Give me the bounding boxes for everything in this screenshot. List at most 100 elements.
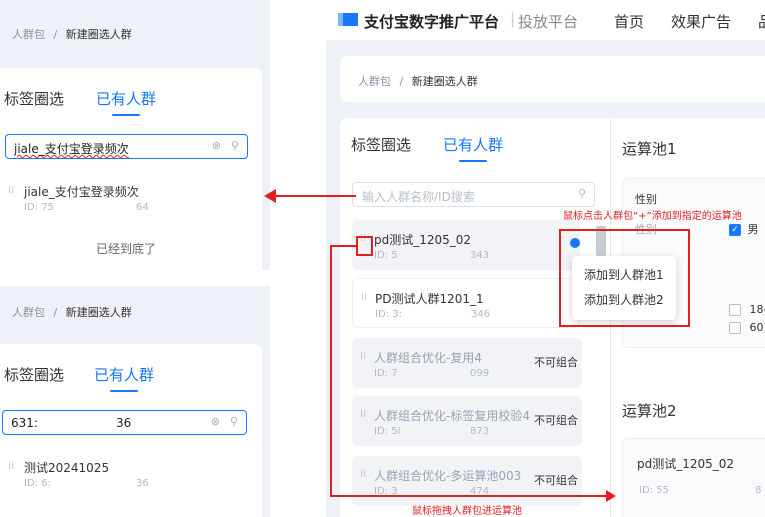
left-top-panel: 人群包 / 新建圈选人群 标签圈选 已有人群 jiale_支付宝登录频次 ⊗ ⚲…: [0, 0, 270, 270]
breadcrumb-separator: /: [53, 28, 58, 41]
search-input[interactable]: 输入人群名称/ID搜索 ⚲: [352, 182, 595, 207]
annotation-drag-handle-box: [356, 236, 373, 256]
not-combinable-badge: 不可组合: [534, 414, 578, 427]
nav-more[interactable]: 品: [758, 11, 765, 32]
annotation-click-hint: 鼠标点击人群包“+”添加到指定的运算池: [563, 211, 742, 222]
drag-handle-icon[interactable]: ⁞⁞: [361, 293, 367, 303]
checkbox-icon[interactable]: [729, 304, 741, 316]
search-input-value: jiale_支付宝登录频次: [14, 142, 129, 156]
tab-tag-selection[interactable]: 标签圈选: [351, 134, 411, 155]
audience-selector-card: 标签圈选 已有人群 631: 36 ⊗ ⚲ ⁞⁞ 测试20241025 ID: …: [0, 344, 262, 517]
left-bottom-panel: 人群包 / 新建圈选人群 标签圈选 已有人群 631: 36 ⊗ ⚲ ⁞⁞ 测试…: [0, 286, 270, 517]
item-name: pd测试_1205_02: [374, 233, 472, 247]
age-option-1[interactable]: 18-: [729, 303, 765, 316]
tab-existing-audience[interactable]: 已有人群: [94, 364, 154, 392]
annotation-popup-box: [559, 229, 690, 327]
drag-handle-icon[interactable]: ⁞⁞: [8, 462, 14, 472]
search-input[interactable]: jiale_支付宝登录频次 ⊗ ⚲: [5, 134, 248, 159]
item-id: ID: 7: [374, 368, 398, 379]
list-item[interactable]: ⁞⁞ 人群组合优化-复用4 ID: 7 099 不可组合: [352, 338, 582, 388]
item-id: ID: 5: [374, 250, 398, 261]
pool1-title: 运算池1: [622, 140, 677, 158]
top-header: 支付宝数字推广平台 | 投放平台 首页 效果广告 品: [326, 0, 765, 40]
item-name: PD测试人群1201_1: [375, 292, 484, 306]
drag-handle-icon[interactable]: ⁞⁞: [360, 470, 366, 480]
breadcrumb-root[interactable]: 人群包: [12, 28, 45, 41]
annotation-arrow-line: [276, 195, 356, 197]
breadcrumb: 人群包 / 新建圈选人群: [12, 26, 132, 42]
header-divider: |: [510, 10, 516, 28]
clear-icon[interactable]: ⊗: [211, 415, 220, 428]
item-name: 测试20241025: [24, 461, 110, 475]
breadcrumb: 人群包 / 新建圈选人群: [358, 73, 478, 89]
pool2-title: 运算池2: [622, 402, 677, 420]
search-icon[interactable]: ⚲: [578, 187, 586, 200]
not-combinable-badge: 不可组合: [534, 474, 578, 487]
item-id: ID: 6:: [24, 478, 51, 489]
item-name: 人群组合优化-复用4: [374, 351, 482, 365]
pool2-item-id-tail: 8: [755, 485, 762, 496]
item-id-tail: 64: [136, 202, 149, 213]
item-id-tail: 099: [470, 368, 490, 379]
tab-existing-audience[interactable]: 已有人群: [443, 134, 503, 162]
item-name: 人群组合优化-多运算池003: [374, 469, 522, 483]
item-id-tail: 346: [471, 309, 491, 320]
item-name: jiale_支付宝登录频次: [24, 185, 139, 199]
not-combinable-badge: 不可组合: [534, 356, 578, 369]
end-of-list-text: 已经到底了: [96, 242, 157, 256]
male-label: 男: [747, 223, 759, 236]
item-id: ID: 75: [24, 202, 54, 213]
clear-icon[interactable]: ⊗: [212, 139, 221, 152]
breadcrumb-separator: /: [399, 75, 404, 88]
pool2-item-name: pd测试_1205_02: [637, 457, 735, 471]
breadcrumb-current: 新建圈选人群: [65, 28, 132, 41]
nav-home[interactable]: 首页: [614, 11, 644, 32]
tab-tag-selection[interactable]: 标签圈选: [4, 364, 64, 385]
breadcrumb-bar: 人群包 / 新建圈选人群: [340, 56, 765, 102]
nav-performance-ads[interactable]: 效果广告: [671, 11, 731, 32]
logo-icon: [338, 13, 358, 26]
search-placeholder: 输入人群名称/ID搜索: [362, 190, 475, 204]
tab-existing-audience[interactable]: 已有人群: [96, 88, 156, 116]
male-option[interactable]: ✓ 男: [729, 221, 759, 237]
list-item[interactable]: ⁞⁞ 人群组合优化-标签复用校验4 ID: 5I 873 不可组合: [352, 396, 582, 446]
pool2-item-id: ID: 55: [639, 485, 669, 496]
annotation-drag-line-bottom: [330, 495, 608, 497]
search-icon[interactable]: ⚲: [230, 415, 238, 428]
main-app: 支付宝数字推广平台 | 投放平台 首页 效果广告 品 人群包 / 新建圈选人群 …: [326, 0, 765, 517]
item-id-tail: 873: [470, 426, 490, 437]
audience-selector-card: 标签圈选 已有人群 jiale_支付宝登录频次 ⊗ ⚲ ⁞⁞ jiale_支付宝…: [0, 68, 262, 270]
list-item[interactable]: ⁞⁞ jiale_支付宝登录频次 ID: 75 64: [2, 172, 247, 222]
breadcrumb-root[interactable]: 人群包: [12, 306, 45, 319]
item-id: ID: 5I: [374, 426, 401, 437]
age-option-2[interactable]: 60): [729, 321, 765, 334]
breadcrumb-separator: /: [53, 306, 58, 319]
logo-text[interactable]: 支付宝数字推广平台: [364, 11, 499, 32]
age-label-1: 18-: [749, 303, 765, 316]
breadcrumb-current: 新建圈选人群: [65, 306, 132, 319]
drag-handle-icon[interactable]: ⁞⁞: [360, 352, 366, 362]
list-item[interactable]: ⁞⁞ pd测试_1205_02 ID: 5 343: [352, 220, 580, 270]
tab-tag-selection[interactable]: 标签圈选: [4, 88, 64, 109]
platform-tag: 投放平台: [518, 13, 579, 31]
search-input[interactable]: 631: 36 ⊗ ⚲: [2, 410, 247, 435]
list-item[interactable]: ⁞⁞ 测试20241025 ID: 6: 36: [2, 448, 247, 498]
list-item[interactable]: ⁞⁞ 人群组合优化-多运算池003 ID: 3 474 不可组合: [352, 456, 582, 506]
item-id: ID: 3:: [375, 309, 402, 320]
annotation-drag-arrow-head-icon: [606, 490, 616, 502]
drag-handle-icon[interactable]: ⁞⁞: [8, 186, 14, 196]
main-card: 标签圈选 已有人群 输入人群名称/ID搜索 ⚲ ⁞⁞ pd测试_1205_02 …: [340, 118, 765, 517]
list-item[interactable]: ⁞⁞ PD测试人群1201_1 ID: 3: 346: [352, 278, 580, 328]
age-label-2: 60): [749, 321, 765, 334]
checkbox-icon[interactable]: [729, 322, 741, 334]
search-input-value: 631:: [11, 416, 38, 430]
breadcrumb-root[interactable]: 人群包: [358, 75, 391, 88]
drag-handle-icon[interactable]: ⁞⁞: [360, 410, 366, 420]
gender-label: 性别: [635, 193, 657, 206]
search-input-value-tail: 36: [116, 416, 132, 430]
item-id-tail: 343: [470, 250, 490, 261]
item-name: 人群组合优化-标签复用校验4: [374, 409, 530, 423]
item-id-tail: 36: [136, 478, 149, 489]
checkbox-checked-icon[interactable]: ✓: [729, 224, 741, 236]
search-icon[interactable]: ⚲: [231, 139, 239, 152]
